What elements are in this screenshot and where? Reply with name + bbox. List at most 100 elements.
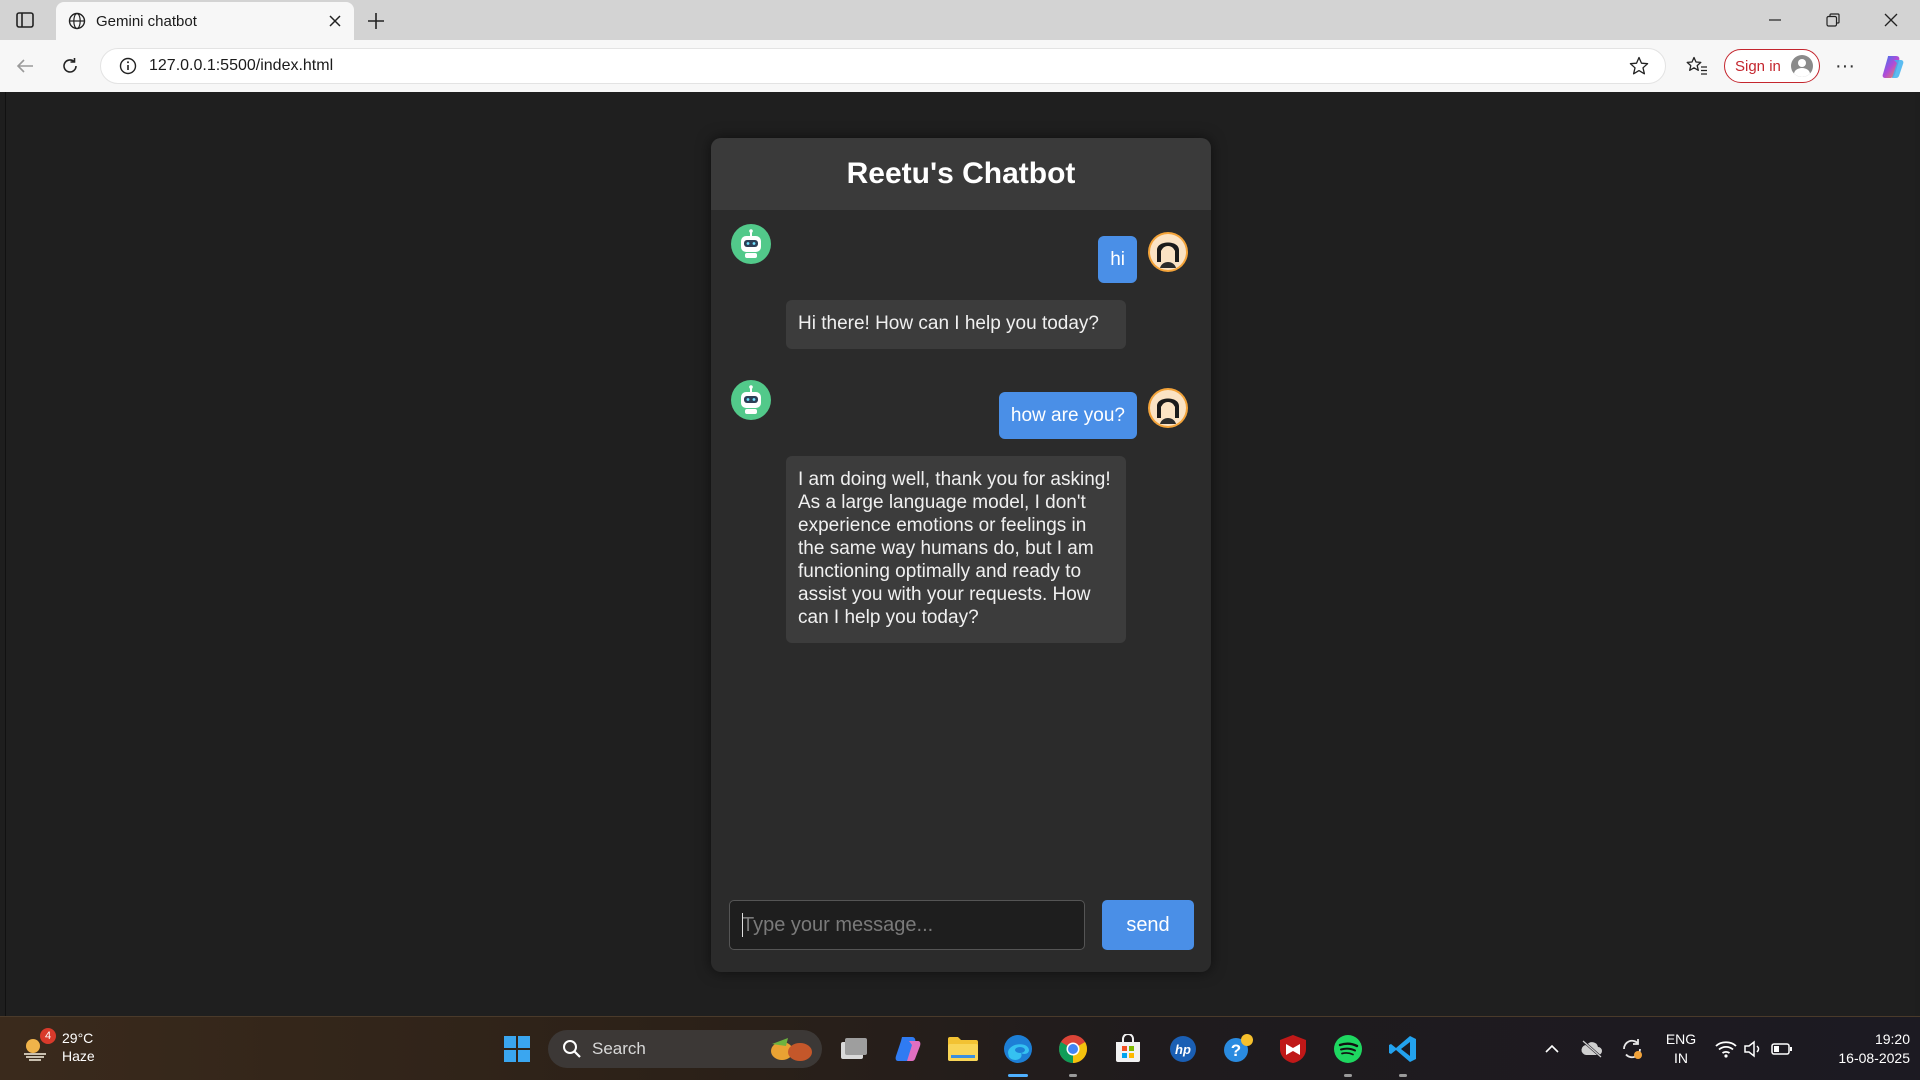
sidebar-icon (16, 12, 34, 28)
task-view-icon (841, 1038, 867, 1059)
star-icon (1629, 56, 1649, 75)
new-tab-button[interactable] (362, 7, 390, 35)
user-message: hi (1098, 236, 1137, 283)
svg-text:hp: hp (1175, 1042, 1191, 1057)
user-avatar-icon (1150, 234, 1186, 270)
vscode-button[interactable] (1385, 1031, 1421, 1067)
restore-icon (1826, 13, 1840, 27)
volume-icon (1744, 1040, 1760, 1058)
search-icon (563, 1040, 581, 1058)
back-button[interactable] (10, 51, 40, 81)
refresh-icon (63, 58, 77, 73)
volume-status[interactable] (1742, 1031, 1766, 1067)
page-viewport: Reetu's Chatbot hi Hi there! How can I h… (5, 92, 1915, 1016)
user-message-text: hi (1098, 236, 1137, 283)
active-tab[interactable]: Gemini chatbot (56, 2, 354, 40)
chevron-up-icon (1545, 1044, 1559, 1053)
copilot-app-button[interactable] (890, 1031, 926, 1067)
battery-icon (1771, 1043, 1792, 1055)
profile-icon (1791, 55, 1813, 77)
hp-app-button[interactable]: hp (1165, 1031, 1201, 1067)
user-message-text: how are you? (998, 392, 1137, 439)
settings-and-more-button[interactable]: ··· (1828, 51, 1862, 81)
search-label: Search (592, 1039, 646, 1058)
wifi-status[interactable] (1712, 1031, 1740, 1067)
bot-avatar (731, 380, 771, 420)
bot-message: I am doing well, thank you for asking! A… (786, 456, 1126, 643)
start-button[interactable] (499, 1031, 535, 1067)
taskbar-search[interactable]: Search (548, 1030, 822, 1068)
task-view-button[interactable] (836, 1031, 872, 1067)
weather-icon: 4 (20, 1028, 56, 1062)
sign-in-label: Sign in (1735, 57, 1781, 75)
chat-input-row: send (729, 900, 1194, 950)
message-input[interactable] (729, 900, 1085, 950)
tab-actions-button[interactable] (10, 8, 40, 32)
minimize-icon (1769, 19, 1781, 21)
chat-title: Reetu's Chatbot (846, 157, 1076, 190)
active-app-indicator (1008, 1074, 1028, 1077)
copilot-icon (895, 1037, 921, 1061)
edge-icon (1004, 1035, 1032, 1063)
cloud-offline-icon (1581, 1040, 1602, 1058)
language-indicator[interactable]: ENG IN (1660, 1030, 1702, 1068)
bot-message-text: Hi there! How can I help you today? (786, 300, 1126, 349)
minimize-button[interactable] (1746, 0, 1804, 40)
clock-time: 19:20 (1874, 1031, 1910, 1047)
tab-title: Gemini chatbot (96, 12, 197, 30)
weather-widget[interactable]: 4 29°C Haze (20, 1028, 95, 1065)
chrome-button[interactable] (1055, 1031, 1091, 1067)
restore-button[interactable] (1804, 0, 1862, 40)
running-app-indicator (1069, 1074, 1077, 1077)
store-icon (1116, 1034, 1140, 1062)
onedrive-button[interactable] (1576, 1031, 1608, 1067)
text-caret (742, 913, 743, 937)
send-button[interactable]: send (1102, 900, 1194, 950)
hp-icon: hp (1170, 1036, 1196, 1062)
svg-text:?: ? (1231, 1041, 1241, 1060)
file-explorer-button[interactable] (945, 1031, 981, 1067)
favorites-button[interactable] (1680, 51, 1714, 81)
bot-message: Hi there! How can I help you today? (786, 300, 1126, 349)
sign-in-button[interactable]: Sign in (1724, 49, 1820, 83)
bot-message-text: I am doing well, thank you for asking! A… (786, 456, 1126, 643)
language-code: ENG (1665, 1031, 1697, 1047)
microsoft-store-button[interactable] (1110, 1031, 1146, 1067)
show-hidden-icons-button[interactable] (1536, 1031, 1568, 1067)
help-app-button[interactable]: ? (1220, 1031, 1256, 1067)
sync-icon (1623, 1039, 1642, 1059)
spotify-icon (1334, 1035, 1362, 1063)
copilot-icon (1882, 56, 1904, 78)
clock[interactable]: 19:20 16-08-2025 (1810, 1030, 1910, 1068)
user-avatar (1148, 388, 1188, 428)
region-code: IN (1674, 1050, 1688, 1066)
mcafee-button[interactable] (1275, 1031, 1311, 1067)
site-info-button[interactable] (109, 57, 147, 75)
refresh-button[interactable] (55, 51, 85, 81)
running-app-indicator (1399, 1074, 1407, 1077)
battery-status[interactable] (1768, 1031, 1796, 1067)
favorites-icon (1686, 56, 1707, 75)
copilot-button[interactable] (1876, 50, 1910, 84)
robot-icon (741, 385, 761, 414)
vscode-icon (1389, 1036, 1416, 1062)
url-bar[interactable]: 127.0.0.1:5500/index.html (100, 48, 1666, 84)
weather-badge: 4 (40, 1028, 56, 1044)
edge-button[interactable] (1000, 1031, 1036, 1067)
address-bar: 127.0.0.1:5500/index.html Sign in ··· (0, 40, 1920, 92)
spotify-button[interactable] (1330, 1031, 1366, 1067)
globe-icon (68, 12, 86, 30)
robot-icon (741, 229, 761, 258)
close-window-button[interactable] (1862, 0, 1920, 40)
close-icon (1884, 13, 1898, 27)
url-text: 127.0.0.1:5500/index.html (149, 57, 334, 74)
tab-close-button[interactable] (322, 8, 348, 34)
windows-icon (504, 1036, 530, 1062)
info-icon (119, 57, 137, 75)
add-favorite-button[interactable] (1623, 50, 1655, 82)
more-icon: ··· (1835, 54, 1855, 77)
bot-avatar (731, 224, 771, 264)
chat-header: Reetu's Chatbot (711, 138, 1211, 210)
user-avatar-icon (1150, 390, 1186, 426)
sync-button[interactable] (1616, 1031, 1648, 1067)
